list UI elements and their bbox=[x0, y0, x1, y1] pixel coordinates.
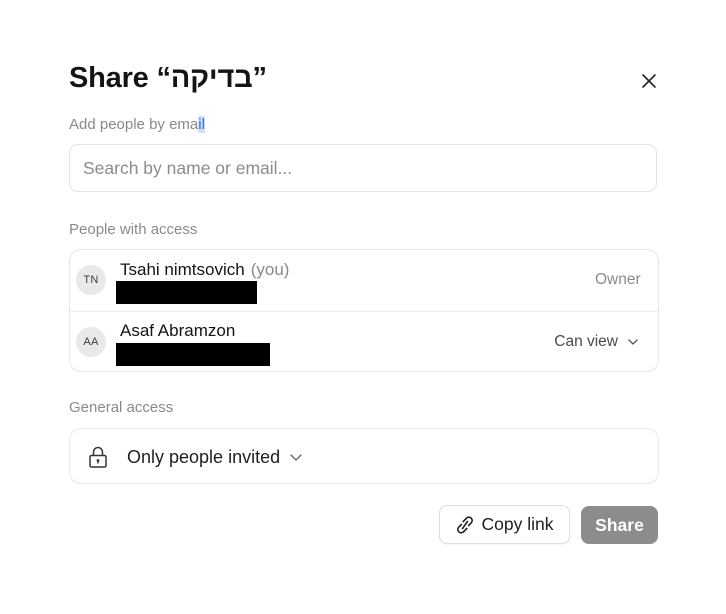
lock-icon bbox=[89, 446, 107, 468]
people-list: TN Tsahi nimtsovich (you) Owner AA Asaf A… bbox=[69, 249, 659, 372]
person-name: Tsahi nimtsovich (you) bbox=[120, 260, 289, 280]
person-row: AA Asaf Abramzon Can view bbox=[70, 311, 658, 371]
chevron-down-icon bbox=[628, 339, 638, 345]
copy-link-label: Copy link bbox=[481, 514, 554, 534]
person-name-text: Tsahi nimtsovich bbox=[120, 260, 245, 279]
add-people-label-text: Add people by ema bbox=[69, 116, 199, 133]
general-access-select[interactable]: Only people invited bbox=[127, 443, 302, 471]
share-button[interactable]: Share bbox=[581, 506, 658, 544]
avatar: TN bbox=[76, 265, 106, 295]
redacted-email bbox=[116, 343, 270, 366]
link-icon bbox=[456, 515, 473, 534]
copy-link-button[interactable]: Copy link bbox=[439, 505, 570, 544]
general-access-label: General access bbox=[69, 399, 174, 416]
person-row-owner: TN Tsahi nimtsovich (you) Owner bbox=[70, 250, 658, 311]
search-input[interactable] bbox=[69, 144, 657, 192]
role-owner: Owner bbox=[595, 271, 641, 288]
add-people-label: Add people by email bbox=[69, 116, 205, 133]
selected-text: il bbox=[198, 116, 205, 133]
people-with-access-label: People with access bbox=[69, 221, 198, 238]
share-dialog: Share “בדיקה” Add people by email People… bbox=[0, 0, 726, 614]
close-button[interactable] bbox=[636, 68, 662, 94]
you-tag: (you) bbox=[250, 260, 290, 279]
role-select-value: Can view bbox=[554, 333, 618, 350]
dialog-title: Share “בדיקה” bbox=[69, 62, 267, 94]
avatar: AA bbox=[76, 327, 106, 357]
general-access-box: Only people invited bbox=[69, 428, 659, 484]
general-access-value: Only people invited bbox=[127, 446, 281, 467]
redacted-email bbox=[116, 281, 257, 304]
person-name: Asaf Abramzon bbox=[120, 321, 236, 340]
close-icon bbox=[642, 74, 656, 88]
role-select[interactable]: Can view bbox=[554, 329, 638, 355]
chevron-down-icon bbox=[290, 453, 302, 461]
